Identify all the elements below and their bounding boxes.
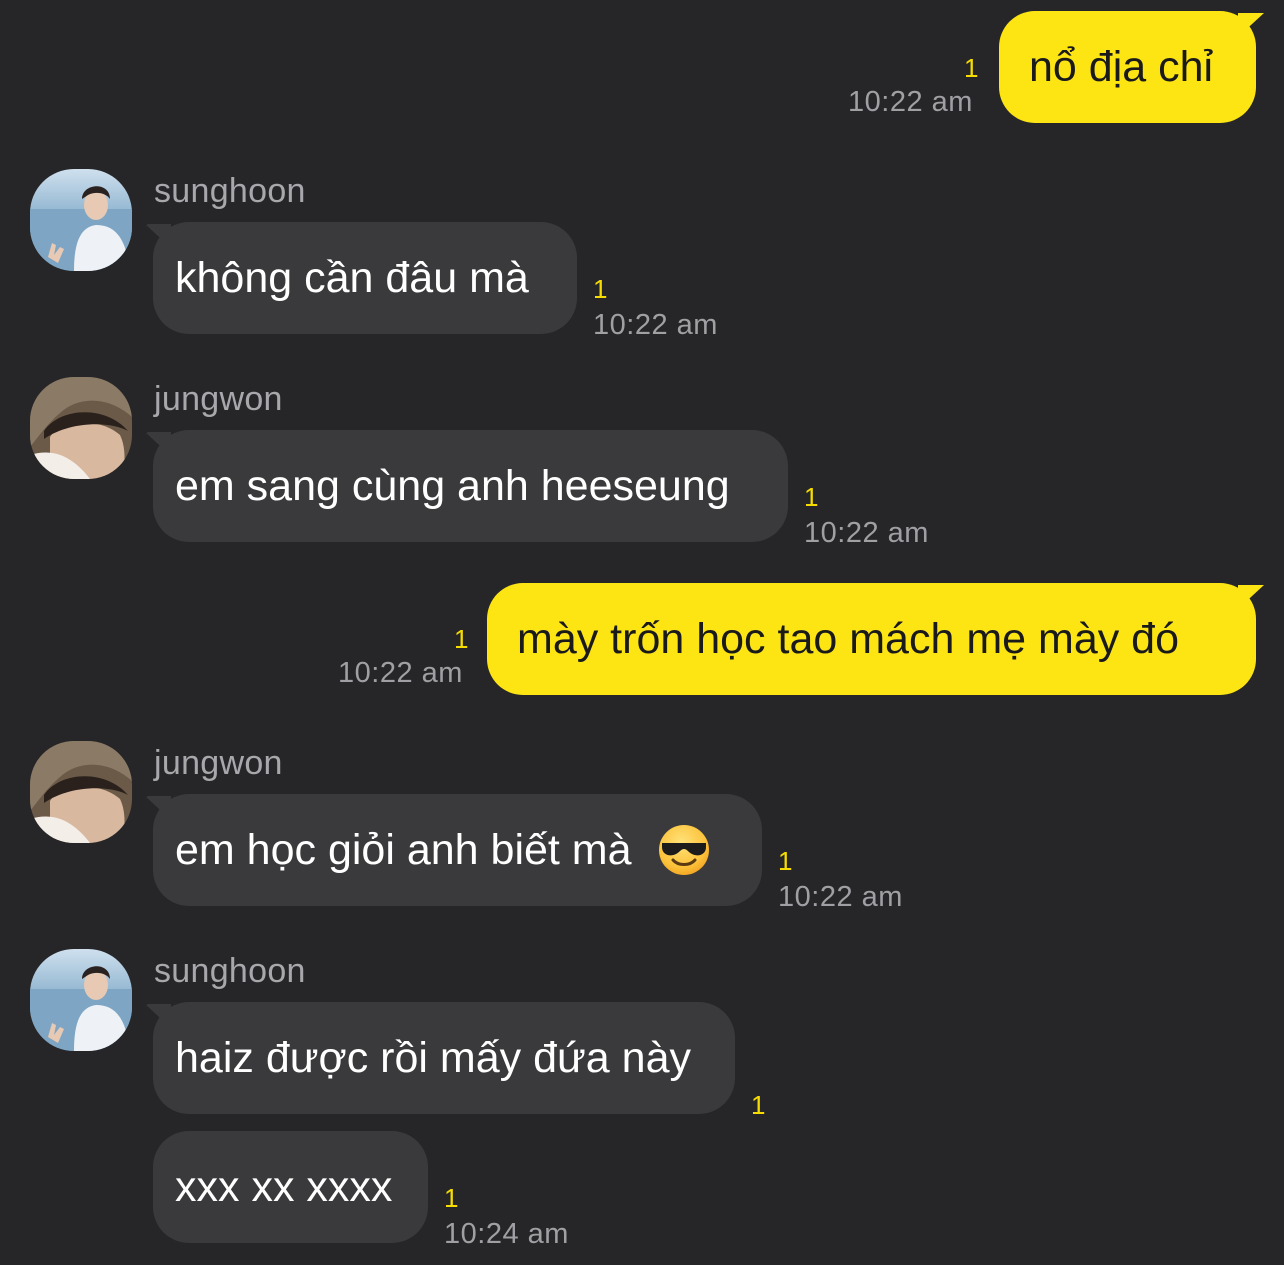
message-text: em học giỏi anh biết mà — [175, 826, 632, 874]
avatar-photo-sunghoon-icon — [30, 949, 132, 1051]
avatar-jungwon[interactable] — [30, 741, 132, 843]
incoming-message-bubble[interactable]: em sang cùng anh heeseung — [153, 430, 788, 542]
message-time: 10:22 am — [848, 86, 973, 118]
incoming-message-bubble[interactable]: em học giỏi anh biết mà — [153, 794, 762, 906]
message-text: haiz được rồi mấy đứa này — [175, 1034, 691, 1082]
avatar-photo-sunghoon-icon — [30, 169, 132, 271]
sender-name: jungwon — [154, 744, 283, 782]
message-time: 10:22 am — [338, 657, 463, 689]
unread-count: 1 — [964, 53, 979, 83]
avatar-jungwon[interactable] — [30, 377, 132, 479]
message-text: mày trốn học tao mách mẹ mày đó — [517, 615, 1180, 663]
sender-name: sunghoon — [154, 172, 306, 210]
unread-count: 1 — [454, 624, 469, 654]
avatar-sunghoon[interactable] — [30, 949, 132, 1051]
incoming-message-bubble[interactable]: xxx xx xxxx — [153, 1131, 428, 1243]
message-time: 10:24 am — [444, 1218, 569, 1250]
unread-count: 1 — [751, 1090, 766, 1120]
smiling-face-with-sunglasses-icon — [658, 824, 710, 876]
message-time: 10:22 am — [593, 309, 718, 341]
message-time: 10:22 am — [804, 517, 929, 549]
message-time: 10:22 am — [778, 881, 903, 913]
sender-name: jungwon — [154, 380, 283, 418]
message-text: em sang cùng anh heeseung — [175, 462, 730, 510]
avatar-photo-jungwon-icon — [30, 377, 132, 479]
outgoing-message-bubble[interactable]: mày trốn học tao mách mẹ mày đó — [487, 583, 1256, 695]
message-text: nổ địa chỉ — [1029, 43, 1214, 91]
chat-view[interactable]: 1 10:22 am nổ địa chỉ sunghoon không cần… — [0, 0, 1284, 1265]
incoming-message-bubble[interactable]: không cần đâu mà — [153, 222, 577, 334]
message-text: không cần đâu mà — [175, 254, 529, 302]
unread-count: 1 — [804, 482, 819, 512]
outgoing-message-bubble[interactable]: nổ địa chỉ — [999, 11, 1256, 123]
unread-count: 1 — [444, 1183, 459, 1213]
unread-count: 1 — [593, 274, 608, 304]
incoming-message-bubble[interactable]: haiz được rồi mấy đứa này — [153, 1002, 735, 1114]
unread-count: 1 — [778, 846, 793, 876]
sender-name: sunghoon — [154, 952, 306, 990]
avatar-sunghoon[interactable] — [30, 169, 132, 271]
avatar-photo-jungwon-icon — [30, 741, 132, 843]
message-text: xxx xx xxxx — [175, 1163, 393, 1211]
